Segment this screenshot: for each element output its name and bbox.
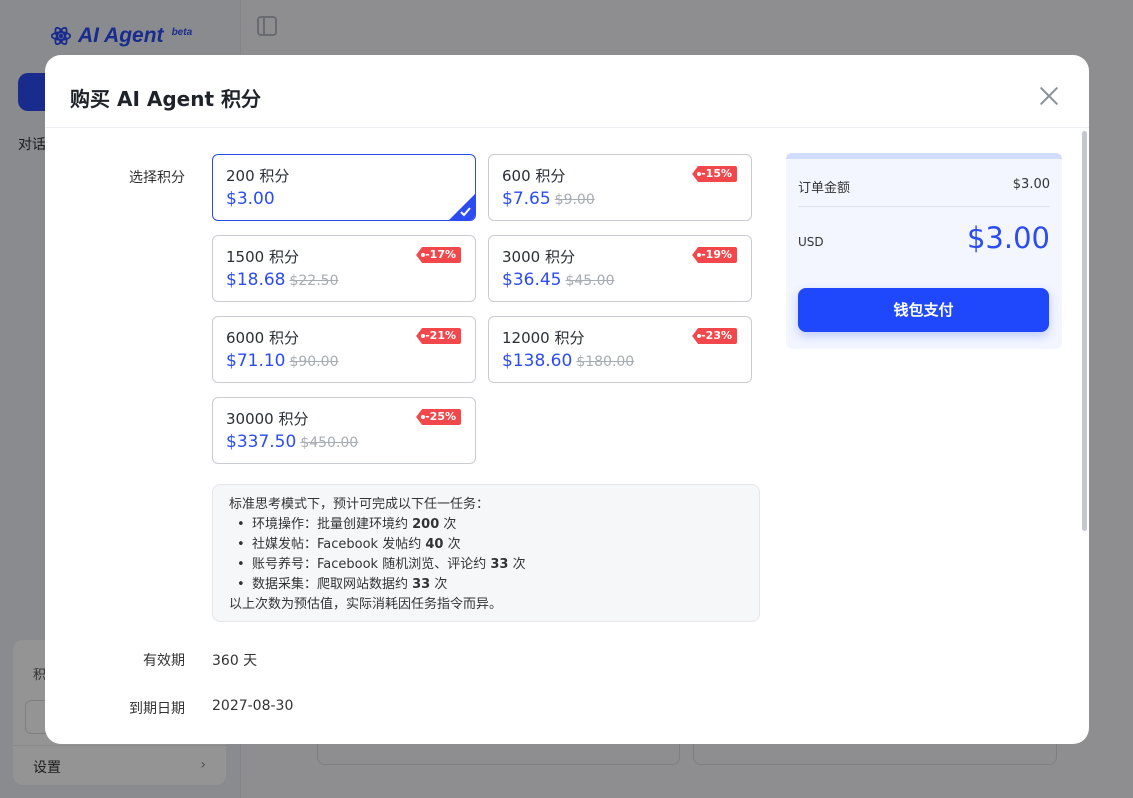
order-amount-label: 订单金额	[798, 181, 851, 196]
plan-option-6000[interactable]: 6000 积分 $71.10 $90.00 -21%	[212, 316, 476, 383]
scrollbar[interactable]	[1082, 131, 1087, 531]
plan-name: 6000 积分	[226, 329, 299, 347]
divider	[798, 206, 1050, 207]
currency-label: USD	[798, 235, 824, 249]
order-summary: 订单金额 $3.00 USD $3.00 钱包支付	[786, 153, 1062, 349]
plan-price: $7.65 $9.00	[502, 189, 595, 209]
plan-option-3000[interactable]: 3000 积分 $36.45 $45.00 -19%	[488, 235, 752, 302]
discount-badge: -21%	[416, 328, 461, 344]
plan-price: $71.10 $90.00	[226, 351, 339, 371]
plan-original-price: $22.50	[289, 273, 339, 289]
plan-price: $138.60 $180.00	[502, 351, 635, 371]
expiry-label: 到期日期	[129, 701, 185, 717]
plan-option-1500[interactable]: 1500 积分 $18.68 $22.50 -17%	[212, 235, 476, 302]
list-item: 数据采集：爬取网站数据约 33 次	[237, 575, 743, 595]
plan-option-30000[interactable]: 30000 积分 $337.50 $450.00 -25%	[212, 397, 476, 464]
plan-price: $337.50 $450.00	[226, 432, 359, 452]
estimate-list: 环境操作：批量创建环境约 200 次 社媒发帖：Facebook 发帖约 40 …	[229, 515, 743, 595]
plan-original-price: $450.00	[300, 435, 359, 451]
task-estimate-box: 标准思考模式下，预计可完成以下任一任务： 环境操作：批量创建环境约 200 次 …	[212, 484, 760, 622]
plan-original-price: $90.00	[289, 354, 339, 370]
discount-badge: -15%	[692, 166, 737, 182]
total-amount: $3.00	[966, 221, 1050, 255]
modal-body: 选择积分 200 积分 $3.00 600 积分 $7.65 $9.00 -15%…	[45, 129, 1089, 744]
wallet-pay-button[interactable]: 钱包支付	[798, 288, 1049, 332]
expiry-value: 2027-08-30	[212, 698, 294, 714]
plan-original-price: $180.00	[576, 354, 635, 370]
plan-original-price: $9.00	[554, 192, 595, 208]
list-item: 社媒发帖：Facebook 发帖约 40 次	[237, 535, 743, 555]
modal-header: 购买 AI Agent 积分	[45, 55, 1089, 128]
check-icon	[449, 194, 475, 220]
plan-option-12000[interactable]: 12000 积分 $138.60 $180.00 -23%	[488, 316, 752, 383]
plan-original-price: $45.00	[565, 273, 615, 289]
validity-label: 有效期	[143, 653, 185, 669]
close-icon[interactable]	[1037, 84, 1061, 108]
plan-name: 12000 积分	[502, 329, 585, 347]
list-item: 账号养号：Facebook 随机浏览、评论约 33 次	[237, 555, 743, 575]
plan-option-600[interactable]: 600 积分 $7.65 $9.00 -15%	[488, 154, 752, 221]
plan-price: $36.45 $45.00	[502, 270, 615, 290]
discount-badge: -17%	[416, 247, 461, 263]
estimate-footer: 以上次数为预估值，实际消耗因任务指令而异。	[229, 597, 503, 612]
plan-name: 200 积分	[226, 167, 290, 185]
plan-option-200[interactable]: 200 积分 $3.00	[212, 154, 476, 221]
discount-badge: -23%	[692, 328, 737, 344]
plan-price: $18.68 $22.50	[226, 270, 339, 290]
plan-name: 30000 积分	[226, 410, 309, 428]
modal-title: 购买 AI Agent 积分	[70, 87, 261, 111]
order-amount-value: $3.00	[1012, 177, 1050, 192]
discount-badge: -19%	[692, 247, 737, 263]
discount-badge: -25%	[416, 409, 461, 425]
estimate-heading: 标准思考模式下，预计可完成以下任一任务：	[229, 497, 490, 512]
validity-value: 360 天	[212, 653, 258, 669]
purchase-credits-modal: 购买 AI Agent 积分 选择积分 200 积分 $3.00 600 积分 …	[45, 55, 1089, 744]
select-credits-label: 选择积分	[129, 170, 185, 186]
plan-name: 1500 积分	[226, 248, 299, 266]
plan-name: 3000 积分	[502, 248, 575, 266]
plan-name: 600 积分	[502, 167, 566, 185]
list-item: 环境操作：批量创建环境约 200 次	[237, 515, 743, 535]
plan-price: $3.00	[226, 189, 275, 209]
